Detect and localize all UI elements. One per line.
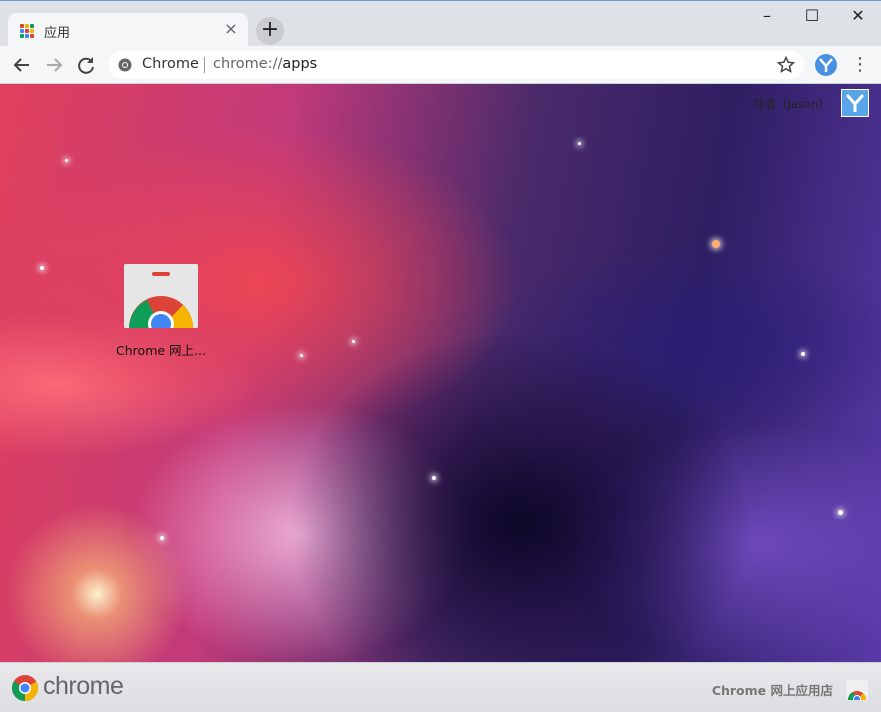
- background-star: [712, 240, 720, 248]
- webstore-link[interactable]: Chrome 网上应用店: [712, 680, 833, 699]
- background-star: [300, 354, 303, 357]
- profile-icon[interactable]: [814, 53, 838, 77]
- maximize-button[interactable]: ☐: [789, 1, 835, 31]
- apps-grid-icon: [20, 24, 34, 38]
- user-name[interactable]: 月清（Jason）: [753, 96, 830, 112]
- minimize-button[interactable]: –: [744, 1, 790, 31]
- webstore-icon[interactable]: [846, 680, 868, 700]
- url-text[interactable]: chrome://apps: [213, 56, 317, 72]
- address-bar[interactable]: Chrome chrome://apps: [108, 51, 804, 79]
- background-star: [160, 536, 164, 540]
- toolbar: Chrome chrome://apps ⋮: [0, 46, 881, 84]
- back-button[interactable]: [8, 51, 36, 79]
- background-star: [65, 159, 68, 162]
- tab-title: 应用: [44, 26, 71, 41]
- reload-button[interactable]: [72, 51, 100, 79]
- background-star: [432, 476, 436, 480]
- back-arrow-icon: [13, 58, 29, 72]
- footer: chrome Chrome 网上应用店: [0, 662, 881, 712]
- avatar[interactable]: [841, 89, 869, 117]
- chrome-logo-icon: [11, 675, 39, 702]
- star-icon[interactable]: [776, 55, 796, 75]
- chrome-wordmark: chrome: [43, 672, 124, 700]
- omnibox-divider: [204, 57, 205, 73]
- new-tab-button[interactable]: +: [256, 17, 284, 45]
- chrome-site-icon: [118, 58, 132, 72]
- reload-icon: [78, 57, 94, 74]
- close-icon[interactable]: ×: [222, 20, 240, 38]
- forward-arrow-icon: [47, 58, 63, 72]
- tab-apps[interactable]: 应用 ×: [8, 13, 248, 47]
- webstore-icon: [124, 264, 198, 328]
- site-name: Chrome: [142, 56, 199, 72]
- menu-dots-icon[interactable]: ⋮: [850, 55, 870, 75]
- app-tile-webstore[interactable]: Chrome 网上...: [110, 264, 212, 358]
- background-star: [578, 142, 581, 145]
- forward-button[interactable]: [40, 51, 68, 79]
- title-bar: 应用 × + – ☐ ✕: [0, 0, 881, 47]
- close-window-button[interactable]: ✕: [835, 1, 881, 31]
- background-star: [352, 340, 355, 343]
- apps-page: 月清（Jason） Chrome 网上...: [0, 84, 881, 662]
- app-label: Chrome 网上...: [116, 343, 206, 358]
- background-star: [40, 266, 44, 270]
- background-star: [838, 510, 843, 515]
- background-star: [801, 352, 805, 356]
